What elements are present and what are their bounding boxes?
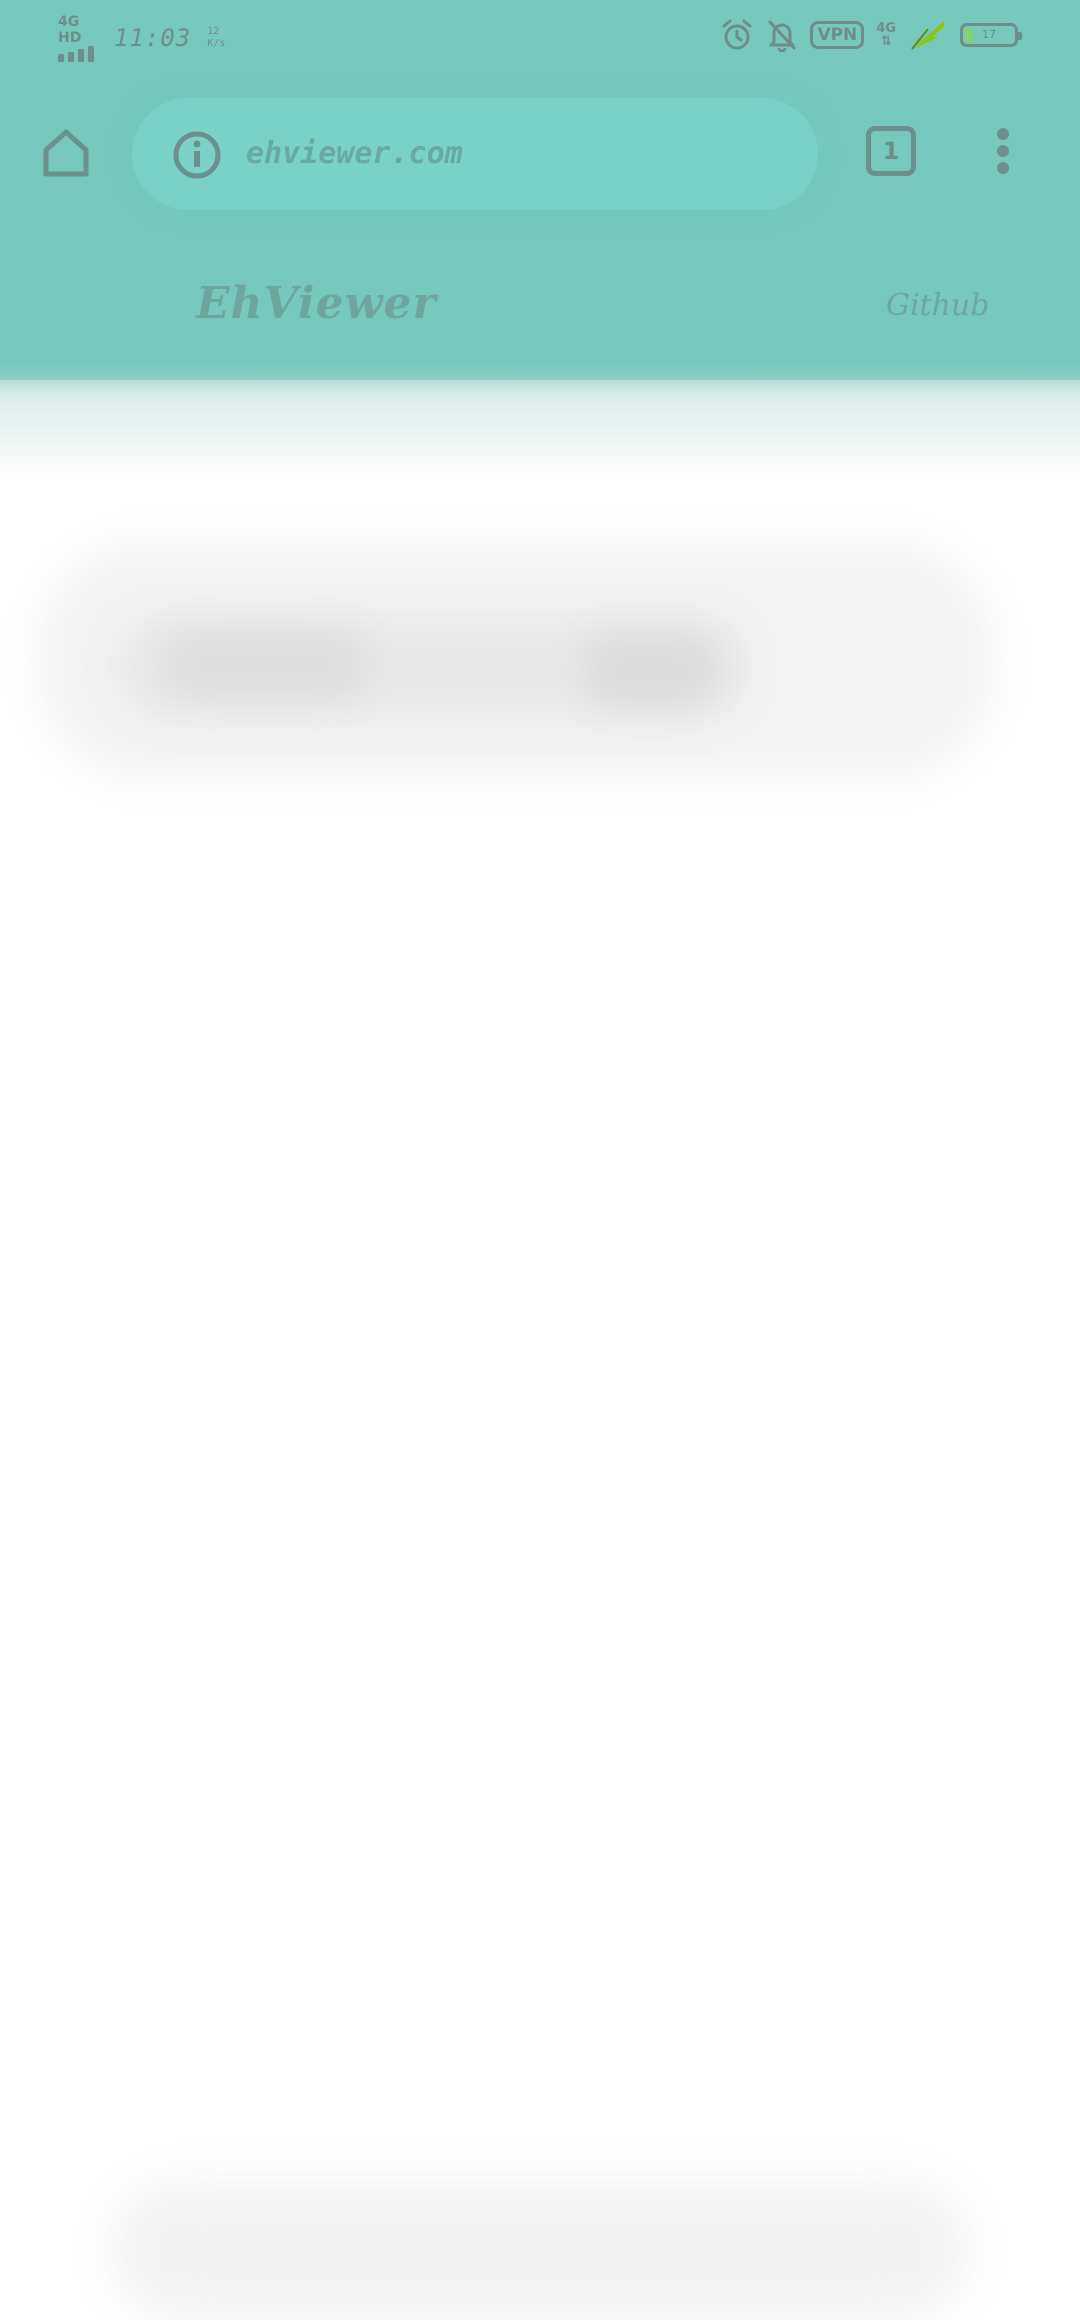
more-vert-icon[interactable]	[990, 128, 1016, 178]
mobile-data-icon: 4G ⇅	[876, 22, 896, 48]
status-bar-right: VPN 4G ⇅ 17	[720, 18, 1022, 52]
network-speed-unit: K/s	[207, 38, 226, 49]
battery-icon: 17	[960, 23, 1022, 47]
info-icon[interactable]	[172, 130, 222, 180]
signal-bars	[58, 46, 94, 62]
header-fade	[0, 360, 1080, 480]
site-header: EhViewer Github	[0, 260, 1080, 360]
tab-switcher-button[interactable]: 1	[866, 126, 916, 176]
loading-placeholder-bottom	[110, 2180, 970, 2320]
network-type-label: 4G HD	[58, 14, 82, 46]
loading-placeholder-blob	[160, 630, 370, 700]
data-arrows: ⇅	[880, 34, 892, 49]
charging-icon	[911, 21, 944, 50]
loading-placeholder-blob	[580, 632, 720, 708]
network-speed-value: 12	[207, 26, 220, 37]
battery-level-text: 17	[982, 28, 996, 41]
alarm-icon	[722, 19, 752, 50]
github-link[interactable]: Github	[886, 288, 989, 323]
notifications-off-icon	[768, 20, 796, 52]
status-bar-left: 4G HD 11:03 12 K/s	[58, 14, 225, 62]
status-bar: 4G HD 11:03 12 K/s VPN 4G ⇅ 17	[0, 0, 1080, 76]
url-text[interactable]: ehviewer.com	[246, 136, 463, 171]
network-speed: 12 K/s	[207, 26, 225, 50]
address-bar[interactable]: ehviewer.com	[132, 98, 818, 210]
site-title[interactable]: EhViewer	[196, 278, 437, 329]
vpn-icon: VPN	[810, 21, 865, 49]
status-time: 11:03	[114, 24, 192, 52]
browser-toolbar: ehviewer.com 1	[0, 92, 1080, 216]
home-icon[interactable]	[36, 122, 96, 182]
signal-icon: 4G HD	[58, 14, 104, 62]
